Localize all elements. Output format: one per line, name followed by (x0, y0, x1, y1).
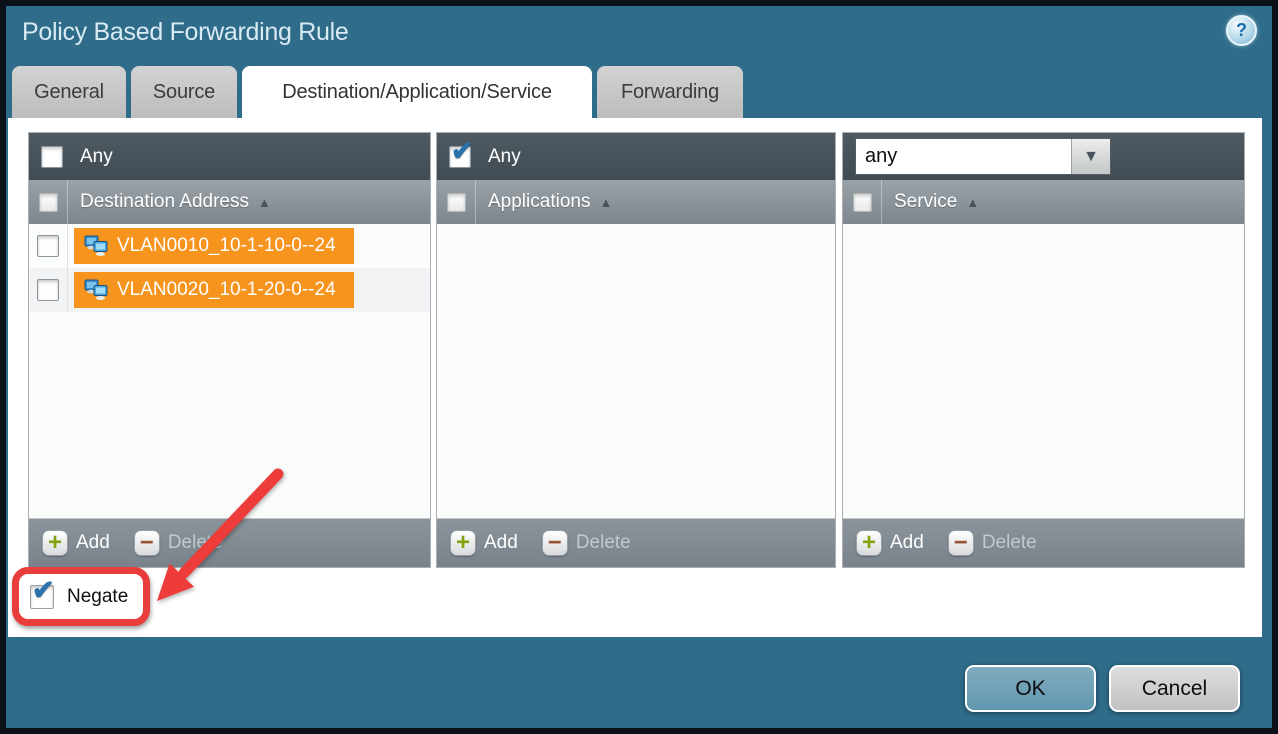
destination-footer: + Add − Delete (29, 518, 430, 567)
applications-column-header[interactable]: Applications ▲ (437, 180, 835, 224)
applications-any-label: Any (488, 146, 521, 168)
tab-destination-application-service[interactable]: Destination/Application/Service (242, 66, 592, 118)
destination-list: VLAN0010_10-1-10-0--24 (29, 224, 430, 518)
delete-button[interactable]: Delete (982, 532, 1037, 554)
address-item-label: VLAN0010_10-1-10-0--24 (117, 235, 336, 257)
service-column-header[interactable]: Service ▲ (843, 180, 1244, 224)
delete-icon[interactable]: − (948, 530, 974, 556)
service-dropdown-value: any (856, 139, 1071, 174)
destination-any-bar: Any (29, 133, 430, 180)
tab-general[interactable]: General (12, 66, 126, 118)
help-icon[interactable]: ? (1226, 15, 1257, 46)
service-footer: + Add − Delete (843, 518, 1244, 567)
applications-list (437, 224, 835, 518)
add-icon[interactable]: + (42, 530, 68, 556)
address-item-chip[interactable]: VLAN0010_10-1-10-0--24 (74, 228, 354, 264)
checkmark-icon: ✔ (32, 575, 55, 606)
destination-any-checkbox[interactable] (41, 146, 63, 168)
ok-button[interactable]: OK (965, 665, 1096, 712)
dropdown-arrow-button[interactable]: ▼ (1071, 139, 1110, 174)
applications-any-bar: ✔ Any (437, 133, 835, 180)
add-icon[interactable]: + (856, 530, 882, 556)
table-row[interactable]: VLAN0010_10-1-10-0--24 (29, 224, 430, 268)
add-button[interactable]: Add (484, 532, 518, 554)
destination-select-all-checkbox[interactable] (39, 193, 58, 212)
address-group-icon (84, 235, 108, 257)
applications-panel: ✔ Any Applications ▲ + Add − Delete (436, 132, 836, 568)
destination-any-label: Any (80, 146, 113, 168)
add-button[interactable]: Add (76, 532, 110, 554)
address-group-icon (84, 279, 108, 301)
service-dropdown[interactable]: any ▼ (855, 138, 1111, 175)
dialog-title: Policy Based Forwarding Rule (22, 18, 348, 47)
negate-checkbox[interactable]: ✔ (30, 585, 54, 609)
destination-column-label: Destination Address (80, 191, 249, 213)
service-column-label: Service (894, 191, 957, 213)
applications-any-checkbox[interactable]: ✔ (449, 146, 471, 168)
cancel-button[interactable]: Cancel (1109, 665, 1240, 712)
help-glyph: ? (1236, 20, 1247, 41)
chevron-down-icon: ▼ (1083, 148, 1099, 166)
dialog-frame: Policy Based Forwarding Rule ? General S… (0, 0, 1278, 734)
checkmark-icon: ✔ (451, 136, 474, 167)
delete-button[interactable]: Delete (576, 532, 631, 554)
sort-asc-icon: ▲ (966, 195, 979, 210)
applications-select-all-checkbox[interactable] (447, 193, 466, 212)
destination-column-header[interactable]: Destination Address ▲ (29, 180, 430, 224)
applications-column-label: Applications (488, 191, 590, 213)
sort-asc-icon: ▲ (599, 195, 612, 210)
tab-forwarding[interactable]: Forwarding (597, 66, 743, 118)
add-icon[interactable]: + (450, 530, 476, 556)
row-checkbox[interactable] (37, 235, 59, 257)
address-item-chip[interactable]: VLAN0020_10-1-20-0--24 (74, 272, 354, 308)
destination-panel: Any Destination Address ▲ (28, 132, 431, 568)
service-list (843, 224, 1244, 518)
add-button[interactable]: Add (890, 532, 924, 554)
negate-label: Negate (67, 586, 128, 608)
tab-bar: General Source Destination/Application/S… (12, 66, 743, 118)
applications-footer: + Add − Delete (437, 518, 835, 567)
sort-asc-icon: ▲ (258, 195, 271, 210)
delete-button[interactable]: Delete (168, 532, 223, 554)
service-dropdown-bar: any ▼ (843, 133, 1244, 180)
tab-content-area: Any Destination Address ▲ (8, 118, 1262, 637)
delete-icon[interactable]: − (542, 530, 568, 556)
address-item-label: VLAN0020_10-1-20-0--24 (117, 279, 336, 301)
service-panel: any ▼ Service ▲ + Add − Delete (842, 132, 1245, 568)
service-select-all-checkbox[interactable] (853, 193, 872, 212)
row-checkbox[interactable] (37, 279, 59, 301)
tab-source[interactable]: Source (131, 66, 237, 118)
negate-highlight-box: ✔ Negate (12, 567, 150, 626)
delete-icon[interactable]: − (134, 530, 160, 556)
table-row[interactable]: VLAN0020_10-1-20-0--24 (29, 268, 430, 312)
